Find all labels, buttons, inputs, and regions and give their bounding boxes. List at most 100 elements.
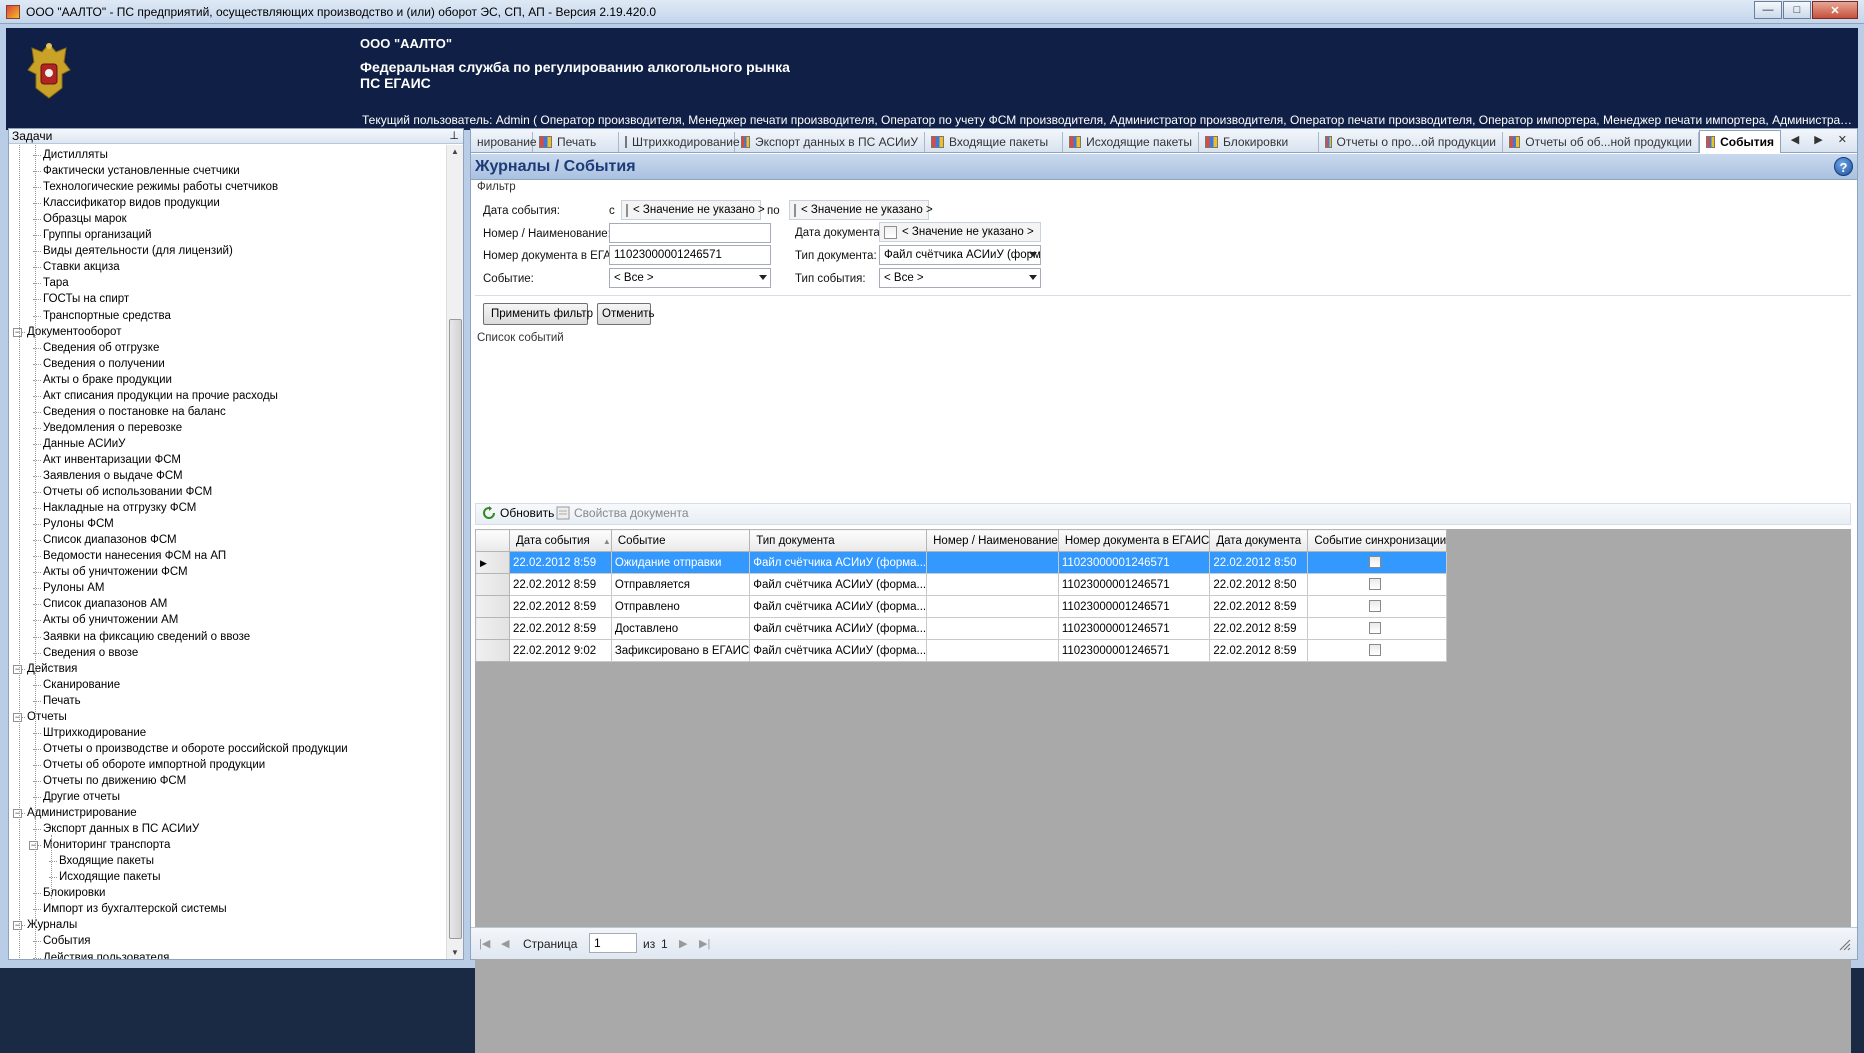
cell-number[interactable] (926, 595, 1059, 618)
cell-egais[interactable]: 11023000001246571 (1057, 617, 1211, 640)
tree-item[interactable]: Отчеты (27, 709, 67, 725)
table-row[interactable]: 22.02.2012 8:59 Отправляется Файл счётчика… (475, 573, 1448, 596)
tree-item[interactable]: Уведомления о перевозке (43, 420, 182, 436)
column-header-doc-date[interactable]: Дата документа (1209, 529, 1309, 552)
cell-event[interactable]: Отправляется (610, 573, 751, 596)
tree-collapse-icon[interactable]: − (13, 712, 22, 722)
scroll-down-icon[interactable]: ▼ (451, 948, 459, 957)
tree-item[interactable]: Отчеты о производстве и обороте российск… (43, 741, 348, 757)
tree-item[interactable]: Отчеты об обороте импортной продукции (43, 757, 265, 773)
tab-7[interactable]: Отчеты о про...ой продукции (1319, 132, 1503, 152)
next-page-icon[interactable]: ▶ (679, 937, 687, 950)
prev-page-icon[interactable]: ◀ (501, 937, 509, 950)
tree-item[interactable]: Исходящие пакеты (59, 869, 161, 885)
tree-item[interactable]: Образцы марок (43, 211, 127, 227)
tree-item[interactable]: Сведения об отгрузке (43, 340, 159, 356)
tree-item[interactable]: Список диапазонов ФСМ (43, 532, 177, 548)
tab-1[interactable]: Печать (533, 132, 619, 152)
tree-item[interactable]: Виды деятельности (для лицензий) (43, 243, 233, 259)
date-from-field[interactable]: < Значение не указано > (621, 200, 765, 220)
cell-doc-date[interactable]: 22.02.2012 8:50 (1209, 551, 1309, 574)
first-page-icon[interactable]: |◀ (479, 937, 490, 950)
tree-item[interactable]: Сканирование (43, 677, 120, 693)
tree-item[interactable]: Администрирование (27, 805, 137, 821)
cell-event[interactable]: Зафиксировано в ЕГАИС (610, 639, 751, 662)
tree-item[interactable]: Данные АСИиУ (43, 436, 125, 452)
row-header[interactable] (475, 595, 510, 618)
doc-date-checkbox[interactable] (884, 225, 897, 239)
tree-item[interactable]: Действия пользователя (43, 950, 169, 960)
tree-item[interactable]: Отчеты по движению ФСМ (43, 773, 186, 789)
date-from-checkbox[interactable] (626, 203, 628, 217)
tree-item[interactable]: Сведения о постановке на баланс (43, 404, 226, 420)
tree-item[interactable]: Акты об уничтожении АМ (43, 612, 178, 628)
tree-item[interactable]: Печать (43, 693, 81, 709)
column-header-date[interactable]: Дата события ▲ (509, 529, 612, 552)
cell-date[interactable]: 22.02.2012 8:59 (509, 551, 612, 574)
tree-item[interactable]: Документооборот (27, 324, 121, 340)
column-header-event[interactable]: Событие (610, 529, 751, 552)
tree-item[interactable]: Блокировки (43, 885, 105, 901)
cell-doc-date[interactable]: 22.02.2012 8:59 (1209, 595, 1309, 618)
sync-checkbox[interactable] (1369, 600, 1382, 613)
cell-doc-date[interactable]: 22.02.2012 8:59 (1209, 639, 1309, 662)
tree-item[interactable]: Дистилляты (43, 147, 108, 163)
cell-egais[interactable]: 11023000001246571 (1057, 595, 1211, 618)
cell-event[interactable]: Ожидание отправки (610, 551, 751, 574)
tree-item[interactable]: Классификатор видов продукции (43, 195, 220, 211)
row-header[interactable]: ▶ (475, 551, 510, 574)
number-input[interactable] (609, 223, 771, 243)
column-header-doc-type[interactable]: Тип документа (749, 529, 928, 552)
tree-item[interactable]: Рулоны АМ (43, 580, 104, 596)
sync-checkbox[interactable] (1369, 622, 1382, 635)
tree-item[interactable]: Ставки акциза (43, 259, 120, 275)
cell-number[interactable] (926, 639, 1059, 662)
resize-grip-icon[interactable] (1837, 937, 1851, 951)
tree-item[interactable]: Тара (43, 275, 69, 291)
maximize-button[interactable]: □ (1783, 1, 1811, 19)
tree-item[interactable]: Сведения о получении (43, 356, 165, 372)
tree-item[interactable]: Группы организаций (43, 227, 152, 243)
cell-doc-type[interactable]: Файл счётчика АСИиУ (форма... (749, 639, 928, 662)
cell-event[interactable]: Отправлено (610, 595, 751, 618)
scrollbar-thumb[interactable] (449, 319, 462, 939)
tree-collapse-icon[interactable]: − (13, 664, 22, 674)
pin-icon[interactable]: ⊥ (449, 129, 459, 142)
page-number-input[interactable]: 1 (589, 933, 637, 953)
tree-item[interactable]: ГОСТы на спирт (43, 291, 129, 307)
cell-event[interactable]: Доставлено (610, 617, 751, 640)
document-properties-button[interactable]: Свойства документа (556, 506, 689, 520)
tree-item[interactable]: Импорт из бухгалтерской системы (43, 901, 227, 917)
table-row[interactable]: 22.02.2012 9:02 Зафиксировано в ЕГАИС Файл… (475, 639, 1448, 662)
tree-collapse-icon[interactable]: − (29, 841, 38, 851)
tree-item[interactable]: Заявки на фиксацию сведений о ввозе (43, 629, 250, 645)
cell-doc-date[interactable]: 22.02.2012 8:50 (1209, 573, 1309, 596)
sync-checkbox[interactable] (1369, 578, 1382, 591)
row-header[interactable] (475, 617, 510, 640)
tree-item[interactable]: Акт инвентаризации ФСМ (43, 452, 181, 468)
cancel-filter-button[interactable]: Отменить (597, 303, 655, 325)
column-header-egais-number[interactable]: Номер документа в ЕГАИС (1057, 529, 1211, 552)
tree-item[interactable]: Технологические режимы работы счетчиков (43, 179, 278, 195)
column-header-number[interactable]: Номер / Наименование (926, 529, 1059, 552)
event-select[interactable]: < Все > (609, 268, 771, 288)
tree-item[interactable]: Список диапазонов АМ (43, 596, 167, 612)
cell-date[interactable]: 22.02.2012 8:59 (509, 573, 612, 596)
tree-item[interactable]: Транспортные средства (43, 308, 171, 324)
cell-egais[interactable]: 11023000001246571 (1057, 551, 1211, 574)
cell-doc-type[interactable]: Файл счётчика АСИиУ (форма... (749, 551, 928, 574)
tree-item[interactable]: Заявления о выдаче ФСМ (43, 468, 183, 484)
row-header[interactable] (475, 639, 510, 662)
tree-item[interactable]: Экспорт данных в ПС АСИиУ (43, 821, 199, 837)
tab-3[interactable]: Экспорт данных в ПС АСИиУ (735, 132, 925, 152)
egais-number-input[interactable]: 11023000001246571 (609, 245, 771, 265)
cell-number[interactable] (926, 551, 1059, 574)
doc-date-field[interactable]: < Значение не указано > (879, 222, 1041, 242)
tree-item[interactable]: Сведения о ввозе (43, 645, 138, 661)
help-icon[interactable]: ? (1834, 157, 1853, 176)
tab-8[interactable]: Отчеты об об...ной продукции (1503, 132, 1699, 152)
tree-item[interactable]: Мониторинг транспорта (43, 837, 170, 853)
table-row[interactable]: ▶ 22.02.2012 8:59 Ожидание отправки Файл сч… (475, 551, 1448, 574)
cell-doc-type[interactable]: Файл счётчика АСИиУ (форма... (749, 573, 928, 596)
cell-doc-type[interactable]: Файл счётчика АСИиУ (форма... (749, 595, 928, 618)
